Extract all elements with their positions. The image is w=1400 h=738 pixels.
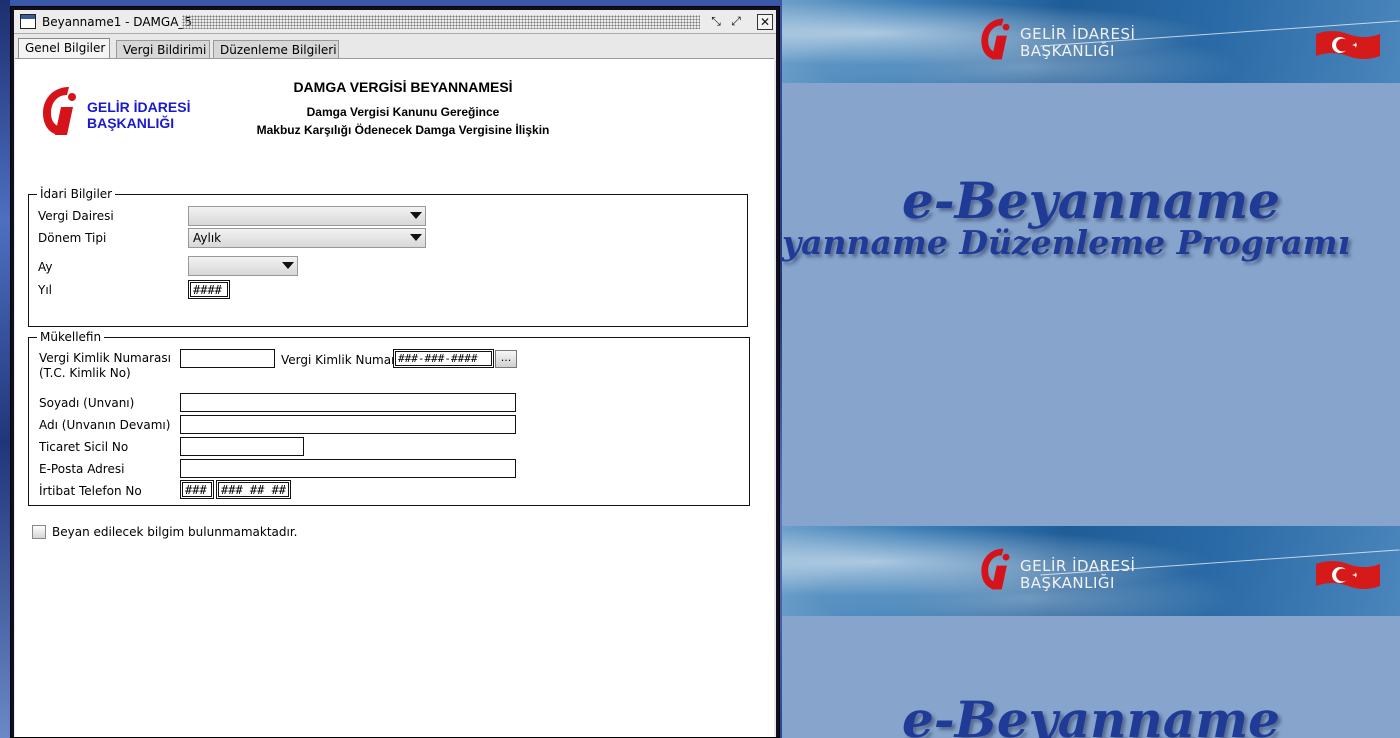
ebeyanname-title: e-Beyanname	[902, 171, 1280, 230]
beyan-yok-checkbox[interactable]	[32, 525, 46, 539]
gib-logo-icon	[981, 548, 1010, 590]
telefon-code-input[interactable]: ###	[180, 480, 214, 499]
adi-input[interactable]	[180, 415, 516, 434]
ticaret-sicil-label: Ticaret Sicil No	[39, 440, 129, 454]
vkn-label: Vergi Kimlik Numarası (T.C. Kimlik No)	[39, 351, 171, 380]
window-title: Beyanname1 - DAMGA_5	[42, 15, 193, 29]
gib-banner-top: GELİR İDARESİ BAŞKANLIĞI	[782, 0, 1400, 83]
eposta-input[interactable]	[180, 459, 516, 478]
soyadi-label: Soyadı (Unvanı)	[39, 396, 135, 410]
donem-tipi-label: Dönem Tipi	[38, 231, 107, 245]
yil-input[interactable]: ####	[188, 280, 230, 299]
form-title: DAMGA VERGİSİ BEYANNAMESİ	[293, 79, 513, 95]
gib-logo-icon	[981, 18, 1010, 60]
yil-label: Yıl	[38, 283, 52, 297]
gib-banner-bottom: GELİR İDARESİ BAŞKANLIĞI	[782, 526, 1400, 616]
vkn2-label: Vergi Kimlik Numar...	[281, 353, 407, 367]
form-subtitle-2: Makbuz Karşılığı Ödenecek Damga Vergisin…	[256, 123, 550, 137]
telefon-label: İrtibat Telefon No	[39, 484, 142, 498]
mukellefin-legend: Mükellefin	[40, 330, 102, 344]
donem-tipi-select[interactable]: Aylık	[188, 228, 426, 248]
adi-label: Adı (Unvanın Devamı)	[39, 418, 171, 432]
idari-bilgiler-legend: İdari Bilgiler	[40, 187, 113, 201]
ay-label: Ay	[38, 260, 53, 274]
beyan-yok-label: Beyan edilecek bilgim bulunmamaktadır.	[52, 525, 298, 539]
chevron-down-icon	[410, 234, 422, 241]
gib-logo-icon	[43, 87, 76, 135]
maximize-button[interactable]: ⤢	[728, 14, 744, 30]
beyanname-window[interactable]: Beyanname1 - DAMGA_5 ⤡ ⤢ ✕ Genel Bilgile…	[10, 6, 780, 738]
eposta-label: E-Posta Adresi	[39, 462, 125, 476]
form-content: GELİR İDARESİ BAŞKANLIĞI DAMGA VERGİSİ B…	[15, 58, 774, 737]
tab-vergi-bildirimi[interactable]: Vergi Bildirimi	[116, 40, 210, 58]
chevron-down-icon	[282, 262, 294, 269]
vergi-dairesi-select[interactable]	[188, 206, 426, 226]
browse-button[interactable]: ...	[495, 350, 517, 368]
vkn2-input[interactable]: ###-###-####	[393, 349, 494, 368]
tab-genel-bilgiler[interactable]: Genel Bilgiler	[18, 38, 110, 59]
tab-duzenleme-bilgileri[interactable]: Düzenleme Bilgileri	[213, 40, 339, 58]
ay-select[interactable]	[188, 256, 298, 276]
telefon-number-input[interactable]: ### ## ##	[216, 480, 291, 499]
form-subtitle-1: Damga Vergisi Kanunu Gereğince	[306, 105, 500, 119]
vergi-dairesi-label: Vergi Dairesi	[38, 209, 114, 223]
desktop-left-edge	[0, 0, 10, 738]
restore-button[interactable]: ⤡	[708, 14, 724, 30]
chevron-down-icon	[410, 212, 422, 219]
ebeyanname-splash-top: e-Beyanname yanname Düzenleme Programı	[782, 83, 1400, 526]
turkish-flag-icon	[1316, 561, 1380, 589]
gib-logo-text: GELİR İDARESİ BAŞKANLIĞI	[87, 99, 191, 131]
banner-logo-text: GELİR İDARESİ BAŞKANLIĞI	[1020, 557, 1136, 592]
ebeyanname-splash-bottom: e-Beyanname	[782, 616, 1400, 738]
ticaret-sicil-input[interactable]	[180, 437, 304, 456]
turkish-flag-icon	[1316, 31, 1380, 59]
banner-logo-text: GELİR İDARESİ BAŞKANLIĞI	[1020, 25, 1136, 60]
ebeyanname-title: e-Beyanname	[902, 690, 1280, 738]
window-titlebar[interactable]: Beyanname1 - DAMGA_5 ⤡ ⤢ ✕	[14, 10, 776, 34]
close-button[interactable]: ✕	[757, 14, 773, 30]
document-icon	[20, 14, 36, 29]
soyadi-input[interactable]	[180, 393, 516, 412]
vkn-input[interactable]	[180, 349, 275, 368]
